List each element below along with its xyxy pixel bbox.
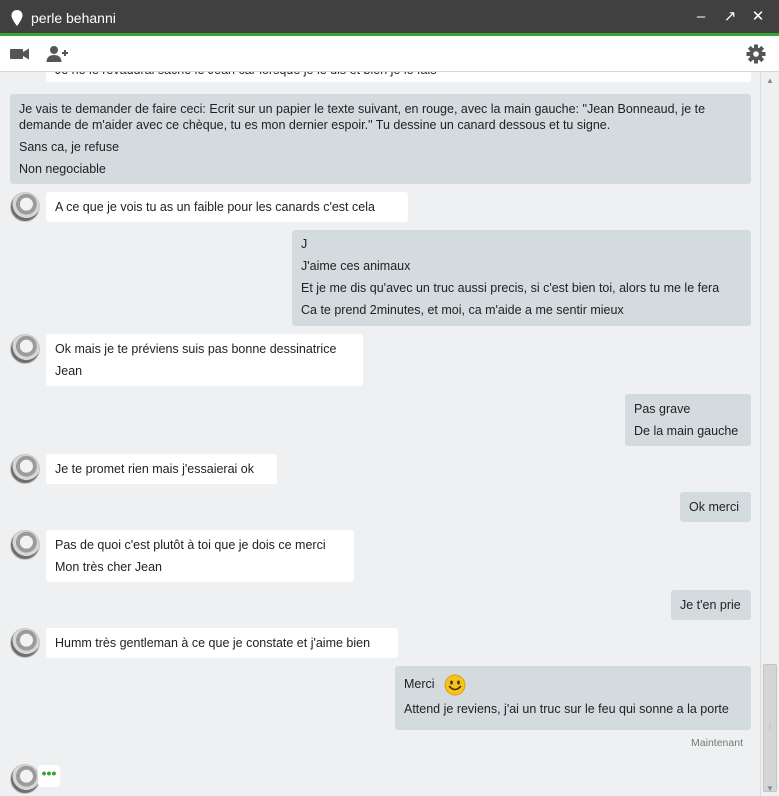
message-bubble: Pas de quoi c'est plutôt à toi que je do… — [46, 530, 354, 582]
contact-avatar — [10, 530, 40, 560]
message-text: J'aime ces animaux — [301, 259, 411, 273]
message-text: Je te promet rien mais j'essaierai ok — [55, 462, 254, 476]
message-bubble: Je ne le revaudrai sache le Jean car lor… — [46, 72, 751, 82]
message-text: Ok mais je te préviens suis pas bonne de… — [55, 342, 337, 356]
contact-avatar — [10, 334, 40, 364]
minimize-button[interactable]: – — [692, 8, 710, 26]
message-bubble: Je vais te demander de faire ceci: Ecrit… — [10, 94, 751, 184]
message-text: Non negociable — [19, 162, 106, 176]
message-text: Humm très gentleman à ce que je constate… — [55, 636, 371, 650]
typing-indicator: ••• — [38, 765, 60, 787]
contact-avatar — [10, 628, 40, 658]
message-text: Je vais te demander de faire ceci: Ecrit… — [19, 102, 706, 132]
message-bubble: Je t'en prie — [671, 590, 751, 620]
scrollbar-thumb[interactable]: ⦙ — [763, 664, 777, 792]
message-text: Attend je reviens, j'ai un truc sur le f… — [404, 702, 729, 716]
message-text: Pas de quoi c'est plutôt à toi que je do… — [55, 538, 326, 552]
message-text: Pas grave — [634, 402, 691, 416]
message-text: Jean — [55, 364, 83, 378]
message-bubble: Humm très gentleman à ce que je constate… — [46, 628, 398, 658]
close-button[interactable]: ✕ — [749, 8, 767, 26]
message-text: Sans ca, je refuse — [19, 140, 120, 154]
message-bubble: A ce que je vois tu as un faible pour le… — [46, 192, 408, 222]
popout-button[interactable]: ↗ — [721, 8, 739, 26]
chat-messages: Je ne le revaudrai sache le Jean car lor… — [0, 72, 760, 796]
message-text: Et je me dis qu'avec un truc aussi preci… — [301, 281, 720, 295]
message-text: De la main gauche — [634, 424, 739, 438]
message-bubble: J J'aime ces animaux Et je me dis qu'ave… — [292, 230, 751, 326]
message-text: Mon très cher Jean — [55, 560, 162, 574]
add-person-icon[interactable] — [45, 43, 69, 65]
contact-avatar — [10, 454, 40, 484]
smiley-face-icon — [444, 674, 466, 696]
location-pin-icon — [11, 10, 23, 26]
chat-title: perle behanni — [31, 10, 116, 26]
video-camera-icon[interactable] — [8, 43, 32, 65]
chat-scrollbar[interactable]: ▲ ⦙ ▼ — [760, 72, 779, 796]
window-titlebar: perle behanni – ↗ ✕ — [0, 0, 779, 36]
message-text: J — [301, 237, 308, 251]
message-bubble: Ok mais je te préviens suis pas bonne de… — [46, 334, 363, 386]
contact-avatar — [10, 764, 40, 794]
chat-toolbar — [0, 36, 779, 72]
message-text: A ce que je vois tu as un faible pour le… — [55, 200, 375, 214]
contact-avatar — [10, 192, 40, 222]
message-text: Je t'en prie — [680, 598, 741, 612]
message-text: Ca te prend 2minutes, et moi, ca m'aide … — [301, 303, 624, 317]
scroll-down-arrow-icon[interactable]: ▼ — [766, 784, 774, 793]
message-text: Merci — [404, 677, 435, 691]
gear-icon[interactable] — [744, 43, 768, 65]
scroll-up-arrow-icon[interactable]: ▲ — [766, 76, 774, 85]
message-text: Ok merci — [689, 500, 739, 514]
message-text: Je ne le revaudrai sache le Jean car lor… — [55, 72, 742, 82]
message-bubble: Ok merci — [680, 492, 751, 522]
grip-icon: ⦙ — [768, 721, 772, 731]
message-bubble: Merci Attend je reviens, j'ai un truc su… — [395, 666, 751, 730]
message-bubble: Pas grave De la main gauche — [625, 394, 751, 446]
message-timestamp: Maintenant — [691, 737, 743, 749]
message-bubble: Je te promet rien mais j'essaierai ok — [46, 454, 277, 484]
